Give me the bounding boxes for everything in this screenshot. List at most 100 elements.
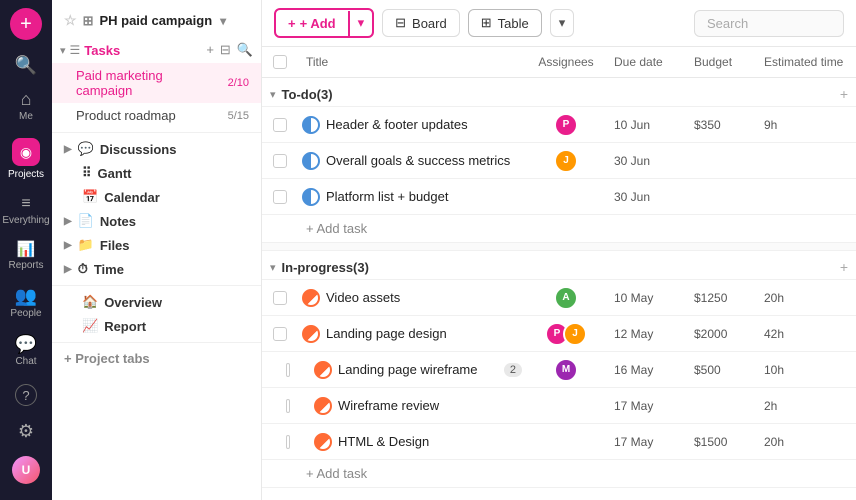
sidebar-item-badge: 2/10 [228, 77, 249, 89]
sidebar-section-time[interactable]: ▶ ⏱ Time [52, 257, 261, 281]
more-icon: ▾ [559, 15, 566, 30]
group-header-todo: ▾ To-do(3) + [262, 78, 856, 107]
sidebar-section-calendar[interactable]: 📅 Calendar [52, 185, 261, 209]
sidebar-section-project-tabs[interactable]: + Project tabs [52, 347, 261, 370]
task-assignees: P J [526, 318, 606, 350]
sidebar-section-files[interactable]: ▶ 📁 Files [52, 233, 261, 257]
task-checkbox[interactable] [262, 435, 298, 449]
board-icon: ⊟ [395, 15, 406, 31]
select-all-checkbox[interactable] [273, 55, 287, 69]
star-icon: ☆ [64, 12, 77, 29]
global-add-button[interactable]: + [10, 8, 42, 40]
discussions-chevron-icon: ▶ [64, 144, 72, 155]
nav-reports-label: Reports [8, 260, 43, 271]
task-badge: 2 [504, 363, 522, 377]
sidebar-item-product-roadmap[interactable]: Product roadmap 5/15 [52, 103, 261, 128]
task-checkbox[interactable] [262, 363, 298, 377]
th-estimated-time: Estimated time [756, 47, 856, 77]
task-budget [686, 402, 756, 410]
tasks-chevron-icon[interactable]: ▾ [60, 44, 66, 57]
nav-item-projects[interactable]: ◉ Projects [0, 130, 52, 188]
todo-add-icon[interactable]: + [840, 86, 848, 102]
todo-collapse-icon[interactable]: ▾ [270, 88, 276, 101]
th-budget: Budget [686, 47, 756, 77]
add-button-group[interactable]: + + Add ▾ [274, 8, 374, 38]
project-header[interactable]: ☆ ⊞ PH paid campaign ▾ [52, 0, 261, 37]
tasks-actions: + ⊟ 🔍 [206, 42, 253, 58]
task-title-cell[interactable]: Platform list + budget [298, 182, 526, 212]
add-task-button-inprogress[interactable]: + Add task [262, 460, 856, 488]
nav-item-chat[interactable]: 💬 Chat [0, 327, 52, 375]
status-icon [302, 116, 320, 134]
nav-item-avatar[interactable]: U [0, 448, 52, 492]
task-title-cell[interactable]: Wireframe review [298, 391, 526, 421]
task-title: Landing page design [326, 326, 522, 341]
nav-projects-label: Projects [8, 169, 44, 180]
inprogress-collapse-icon[interactable]: ▾ [270, 261, 276, 274]
search-box[interactable]: Search [694, 10, 844, 37]
add-task-label: + Add task [306, 466, 367, 481]
task-title-cell[interactable]: Overall goals & success metrics [298, 146, 526, 176]
task-budget: $1250 [686, 287, 756, 309]
status-icon [314, 433, 332, 451]
task-title-cell[interactable]: Video assets [298, 283, 526, 313]
more-views-button[interactable]: ▾ [550, 9, 575, 37]
task-assignees: A [526, 282, 606, 314]
time-label: Time [94, 262, 124, 277]
task-title-cell[interactable]: Landing page wireframe 2 [298, 355, 526, 385]
avatar: M [554, 358, 578, 382]
add-button-dropdown[interactable]: ▾ [350, 10, 373, 36]
sidebar-item-paid-campaign[interactable]: Paid marketing campaign 2/10 [52, 63, 261, 103]
nav-item-help[interactable]: ? [0, 376, 52, 414]
task-est-time: 2h [756, 395, 856, 417]
notes-icon: 📄 [78, 213, 94, 229]
sidebar-section-gantt[interactable]: ⠿ Gantt [52, 161, 261, 185]
sidebar-section-overview[interactable]: 🏠 Overview [52, 290, 261, 314]
task-assignees: J [526, 145, 606, 177]
tasks-filter-icon[interactable]: ⊟ [220, 42, 231, 58]
task-checkbox[interactable] [262, 399, 298, 413]
add-button-main[interactable]: + + Add [276, 11, 350, 36]
task-checkbox[interactable] [262, 154, 298, 168]
nav-item-everything[interactable]: ≡ Everything [0, 188, 52, 234]
task-checkbox[interactable] [262, 118, 298, 132]
status-icon [314, 361, 332, 379]
board-view-button[interactable]: ⊟ Board [382, 9, 460, 37]
sidebar-item-label: Paid marketing campaign [76, 68, 222, 98]
tasks-add-icon[interactable]: + [206, 42, 214, 58]
add-task-button-todo[interactable]: + Add task [262, 215, 856, 243]
nav-item-settings[interactable]: ⚙ [0, 414, 52, 448]
sidebar-section-discussions[interactable]: ▶ 💬 Discussions [52, 137, 261, 161]
nav-item-reports[interactable]: 📊 Reports [0, 234, 52, 279]
task-title-cell[interactable]: Landing page design [298, 319, 526, 349]
tasks-search-icon[interactable]: 🔍 [237, 42, 253, 58]
sidebar-section-notes[interactable]: ▶ 📄 Notes [52, 209, 261, 233]
nav-everything-label: Everything [2, 215, 49, 226]
task-title: Video assets [326, 290, 522, 305]
task-checkbox[interactable] [262, 190, 298, 204]
task-est-time [756, 193, 856, 201]
tasks-grid-icon: ⊞ [83, 13, 94, 29]
task-title-cell[interactable]: Header & footer updates [298, 110, 526, 140]
task-budget: $1500 [686, 431, 756, 453]
task-est-time: 9h [756, 114, 856, 136]
nav-item-search[interactable]: 🔍 [0, 48, 52, 82]
task-assignees [526, 438, 606, 446]
table-view-button[interactable]: ⊞ Table [468, 9, 542, 37]
nav-item-me[interactable]: ⌂ Me [0, 82, 52, 130]
main-content: + + Add ▾ ⊟ Board ⊞ Table ▾ Search [262, 0, 856, 500]
task-checkbox[interactable] [262, 291, 298, 305]
task-title-cell[interactable]: HTML & Design [298, 427, 526, 457]
user-avatar: U [12, 456, 40, 484]
task-checkbox[interactable] [262, 327, 298, 341]
tasks-label[interactable]: Tasks [84, 43, 120, 58]
inprogress-add-icon[interactable]: + [840, 259, 848, 275]
time-icon: ⏱ [78, 261, 88, 277]
sidebar-section-report[interactable]: 📈 Report [52, 314, 261, 338]
sidebar-item-label: Product roadmap [76, 108, 176, 123]
nav-item-people[interactable]: 👥 People [0, 279, 52, 327]
task-assignees: P [526, 109, 606, 141]
task-due-date: 17 May [606, 431, 686, 453]
task-title: Platform list + budget [326, 189, 522, 204]
group-separator [262, 243, 856, 251]
